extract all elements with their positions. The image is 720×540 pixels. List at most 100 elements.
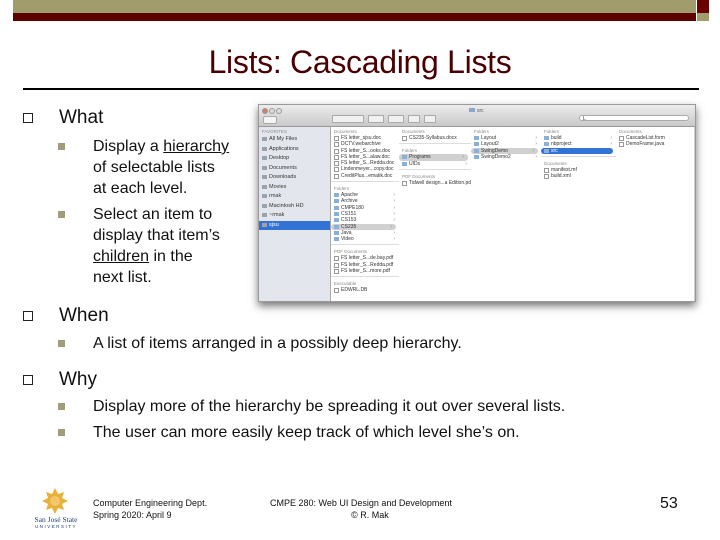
item-label: UIDs — [409, 160, 421, 167]
folder-icon — [262, 175, 267, 179]
item-label: nbproject — [551, 141, 572, 148]
header-square-maroon — [697, 0, 709, 13]
folder-icon — [334, 218, 339, 223]
bullet-label: Why — [59, 369, 97, 390]
document-icon — [334, 136, 339, 141]
finder-list-item: Layout2 › — [471, 141, 541, 147]
column-section-header: Executable — [334, 281, 357, 287]
item-label: Downloads — [269, 174, 297, 180]
document-icon — [619, 142, 624, 148]
finder-sidebar-item: Downloads — [259, 173, 330, 183]
document-icon — [334, 269, 339, 275]
header-bar-maroon — [13, 13, 696, 21]
header-bar-olive — [13, 0, 696, 13]
logo-text: San José State — [34, 515, 78, 524]
view-buttons — [332, 115, 440, 123]
finder-sidebar-item: rmak — [259, 192, 330, 202]
folder-icon — [262, 137, 267, 141]
item-label: Apache — [341, 192, 358, 199]
folder-icon — [262, 213, 267, 217]
finder-list-item: Video › — [331, 236, 399, 242]
hierarchy-link[interactable]: hierarchy — [163, 138, 229, 155]
folder-icon — [474, 148, 479, 153]
finder-list-item: FS letter_S...more.pdf — [331, 268, 399, 275]
item-label: DemoFrame.java — [626, 141, 665, 148]
item-label: CreditPlus...ematik.doc — [341, 172, 393, 179]
finder-sidebar-item: All My Files — [259, 135, 330, 145]
folder-icon — [262, 203, 267, 208]
sjsu-logo: San José State UNIVERSITY — [32, 488, 80, 536]
text: Select an item to — [93, 206, 213, 223]
children-link[interactable]: children — [93, 248, 149, 265]
text: of selectable lists — [93, 159, 215, 176]
footer-course: CMPE 280: Web UI Design and Development — [270, 498, 452, 508]
item-label: CascadeList.form — [626, 135, 665, 141]
folder-icon — [402, 155, 407, 160]
document-icon — [402, 136, 407, 141]
finder-list-item: DemoFrame.java — [616, 141, 694, 148]
finder-column: Folders build › nbproject › src › Documents mani… — [541, 127, 617, 301]
text: display that item’s — [93, 227, 220, 244]
finder-list-item: UIDs › — [399, 161, 471, 167]
folder-icon — [334, 224, 339, 229]
column-section-header: Folders — [402, 148, 418, 154]
document-icon — [334, 142, 339, 148]
finder-column: Documents FS letter_sjsu.doc DCTV.webarchi… — [331, 127, 400, 301]
sidebar-section-header: FAVORITES — [262, 129, 287, 134]
section-divider — [331, 244, 399, 246]
folder-icon — [262, 222, 267, 227]
item-label: src — [551, 147, 558, 154]
finder-search-field: L — [579, 115, 689, 122]
column-section-header: Documents — [402, 129, 425, 134]
column-section-header: Documents — [334, 129, 357, 134]
action-icon — [388, 115, 404, 123]
folder-icon — [262, 194, 267, 198]
finder-list-item: CreditPlus...ematik.doc — [331, 173, 399, 179]
column-section-header: Documents — [544, 160, 567, 166]
header-square-olive — [697, 13, 709, 21]
minimize-icon — [269, 108, 275, 114]
folder-icon — [334, 193, 339, 198]
hollow-square-bullet-icon — [23, 113, 33, 123]
text: at each level. — [93, 180, 188, 197]
item-label: rmak — [269, 193, 282, 199]
item-label: FS letter_sjsu.doc — [341, 135, 382, 141]
finder-list-item: CS153 › — [331, 217, 399, 223]
column-section-header: PDF Documents — [334, 249, 368, 255]
chevron-right-icon: › — [535, 141, 537, 148]
chevron-right-icon: › — [607, 147, 609, 154]
folder-icon — [262, 184, 267, 189]
item-label: CS235-Syllabus.docx — [409, 135, 457, 141]
finder-list-item: CS235-Syllabus.docx — [399, 135, 471, 141]
document-icon — [334, 262, 339, 268]
filled-square-bullet-icon — [58, 211, 65, 218]
section-divider — [331, 276, 399, 278]
item-label: Video — [341, 236, 354, 243]
column-section-header: Folders — [474, 129, 490, 134]
filled-square-bullet-icon — [58, 429, 65, 436]
finder-list-item: SwingDemo2 › — [471, 154, 541, 160]
folder-icon — [334, 211, 339, 216]
item-label: sjsu — [269, 221, 279, 228]
item-label: EDWRL.DB — [341, 287, 368, 294]
item-label: FS letter_S...alaw.doc — [341, 153, 390, 160]
item-label: SwingDemo2 — [481, 153, 511, 160]
text: Display more of the hierarchy be spreadi… — [93, 398, 566, 415]
item-label: Macintosh HD — [269, 202, 304, 209]
folder-icon — [474, 142, 479, 147]
item-label: Java — [341, 229, 352, 236]
footer-author: © R. Mak — [351, 510, 389, 520]
item-label: FS letter_S...more.pdf — [341, 268, 390, 275]
item-label: ~rmak — [269, 212, 285, 218]
zoom-icon — [276, 108, 282, 114]
finder-list-item: build.xml — [541, 173, 616, 180]
document-icon — [334, 148, 339, 154]
folder-icon — [334, 230, 339, 235]
footer-dept: Computer Engineering Dept. — [93, 498, 208, 508]
item-label: DCTV.webarchive — [341, 141, 381, 148]
finder-list-item: src › — [541, 147, 613, 154]
folder-icon — [544, 142, 549, 147]
item-label: CS153 — [341, 217, 357, 224]
footer-date: Spring 2020: April 9 — [93, 510, 172, 520]
folder-icon — [334, 199, 339, 204]
